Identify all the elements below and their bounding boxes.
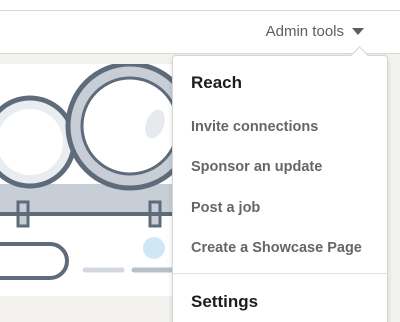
- cover-illustration: [0, 64, 175, 296]
- admin-bar: Admin tools: [0, 11, 400, 54]
- section-title-reach: Reach: [191, 73, 243, 92]
- menu-item-post-job[interactable]: Post a job: [191, 200, 260, 216]
- admin-tools-menu: Reach Invite connections Sponsor an upda…: [172, 46, 388, 322]
- section-title-settings: Settings: [191, 292, 259, 311]
- illustration-lens-left-glass: [0, 109, 63, 175]
- top-strip: [0, 0, 400, 11]
- admin-tools-label: Admin tools: [265, 23, 344, 40]
- menu-divider: [173, 273, 387, 274]
- illustration-pill: [0, 242, 69, 280]
- menu-item-sponsor-update[interactable]: Sponsor an update: [191, 159, 322, 175]
- menu-item-invite-connections[interactable]: Invite connections: [191, 119, 318, 135]
- caret-down-icon: [352, 28, 364, 35]
- page: Admin tools Reach Invite connections Spo…: [0, 0, 400, 322]
- admin-tools-button[interactable]: Admin tools: [266, 23, 364, 40]
- menu-item-create-showcase-page[interactable]: Create a Showcase Page: [191, 240, 362, 256]
- binoculars-illustration: [0, 64, 175, 280]
- illustration-dot: [143, 237, 165, 259]
